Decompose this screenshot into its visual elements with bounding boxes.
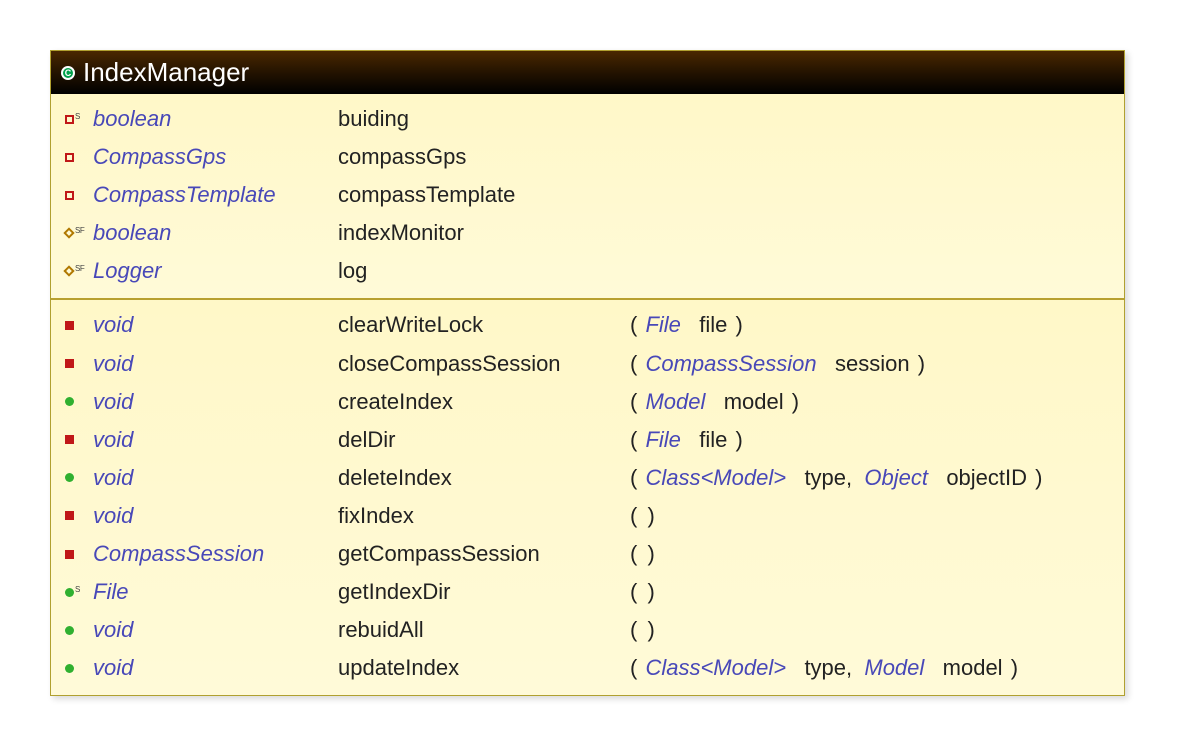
param-name: model bbox=[724, 389, 784, 414]
field-type: Logger bbox=[93, 254, 338, 288]
visibility-default-icon: SF bbox=[65, 267, 93, 275]
method-row: voiddelDir( File file ) bbox=[51, 421, 1124, 459]
return-type: void bbox=[93, 651, 338, 685]
method-name: getCompassSession bbox=[338, 537, 628, 571]
method-row: voidfixIndex( ) bbox=[51, 497, 1124, 535]
param-name: type bbox=[804, 655, 846, 680]
method-row: CompassSessiongetCompassSession( ) bbox=[51, 535, 1124, 573]
param-type: Class<Model> bbox=[645, 465, 786, 490]
param-type: CompassSession bbox=[645, 351, 816, 376]
method-params: ( ) bbox=[628, 613, 1112, 647]
field-row: Sbooleanbuiding bbox=[51, 100, 1124, 138]
visibility-private-icon bbox=[65, 153, 93, 162]
method-name: createIndex bbox=[338, 385, 628, 419]
param-type: Model bbox=[864, 655, 924, 680]
return-type: void bbox=[93, 308, 338, 342]
method-row: voidclearWriteLock( File file ) bbox=[51, 306, 1124, 344]
return-type: void bbox=[93, 613, 338, 647]
method-name: clearWriteLock bbox=[338, 308, 628, 342]
visibility-public-icon bbox=[65, 473, 93, 482]
param-type: Class<Model> bbox=[645, 655, 786, 680]
method-row: voidcloseCompassSession( CompassSession … bbox=[51, 345, 1124, 383]
visibility-public-icon bbox=[65, 626, 93, 635]
method-row: voidupdateIndex( Class<Model> type, Mode… bbox=[51, 649, 1124, 687]
param-type: File bbox=[645, 312, 680, 337]
visibility-private-icon: S bbox=[65, 115, 93, 124]
field-row: CompassTemplatecompassTemplate bbox=[51, 176, 1124, 214]
param-name: file bbox=[699, 427, 727, 452]
method-name: deleteIndex bbox=[338, 461, 628, 495]
visibility-protected-icon bbox=[65, 435, 93, 444]
return-type: void bbox=[93, 461, 338, 495]
field-name: log bbox=[338, 254, 628, 288]
methods-section: voidclearWriteLock( File file )voidclose… bbox=[51, 298, 1124, 695]
field-name: buiding bbox=[338, 102, 628, 136]
param-name: model bbox=[943, 655, 1003, 680]
field-row: SFbooleanindexMonitor bbox=[51, 214, 1124, 252]
modifier-badge: SF bbox=[75, 225, 84, 237]
visibility-protected-icon bbox=[65, 511, 93, 520]
visibility-protected-icon bbox=[65, 321, 93, 330]
method-params: ( File file ) bbox=[628, 423, 1112, 457]
return-type: File bbox=[93, 575, 338, 609]
fields-section: SbooleanbuidingCompassGpscompassGpsCompa… bbox=[51, 94, 1124, 298]
param-name: objectID bbox=[946, 465, 1027, 490]
param-type: File bbox=[645, 427, 680, 452]
field-type: CompassTemplate bbox=[93, 178, 338, 212]
method-params: ( Class<Model> type, Model model ) bbox=[628, 651, 1112, 685]
method-params: ( ) bbox=[628, 575, 1112, 609]
return-type: void bbox=[93, 499, 338, 533]
method-row: voidrebuidAll( ) bbox=[51, 611, 1124, 649]
field-row: CompassGpscompassGps bbox=[51, 138, 1124, 176]
method-row: voidcreateIndex( Model model ) bbox=[51, 383, 1124, 421]
method-name: delDir bbox=[338, 423, 628, 457]
param-name: session bbox=[835, 351, 910, 376]
return-type: void bbox=[93, 347, 338, 381]
param-name: file bbox=[699, 312, 727, 337]
class-header: C IndexManager bbox=[51, 51, 1124, 94]
method-row: voiddeleteIndex( Class<Model> type, Obje… bbox=[51, 459, 1124, 497]
visibility-private-icon bbox=[65, 191, 93, 200]
visibility-protected-icon bbox=[65, 550, 93, 559]
method-row: SFilegetIndexDir( ) bbox=[51, 573, 1124, 611]
return-type: void bbox=[93, 385, 338, 419]
visibility-public-icon bbox=[65, 664, 93, 673]
field-type: boolean bbox=[93, 102, 338, 136]
method-params: ( ) bbox=[628, 537, 1112, 571]
method-params: ( CompassSession session ) bbox=[628, 347, 1112, 381]
method-name: fixIndex bbox=[338, 499, 628, 533]
field-row: SFLoggerlog bbox=[51, 252, 1124, 290]
visibility-default-icon: SF bbox=[65, 229, 93, 237]
field-type: boolean bbox=[93, 216, 338, 250]
field-name: indexMonitor bbox=[338, 216, 628, 250]
visibility-public-icon bbox=[65, 397, 93, 406]
return-type: void bbox=[93, 423, 338, 457]
visibility-public-icon: S bbox=[65, 588, 93, 597]
param-name: type bbox=[804, 465, 846, 490]
modifier-badge: S bbox=[75, 584, 80, 596]
method-name: rebuidAll bbox=[338, 613, 628, 647]
field-type: CompassGps bbox=[93, 140, 338, 174]
visibility-protected-icon bbox=[65, 359, 93, 368]
modifier-badge: SF bbox=[75, 263, 84, 275]
class-name: IndexManager bbox=[83, 57, 249, 88]
field-name: compassGps bbox=[338, 140, 628, 174]
return-type: CompassSession bbox=[93, 537, 338, 571]
param-type: Model bbox=[645, 389, 705, 414]
method-name: closeCompassSession bbox=[338, 347, 628, 381]
method-name: getIndexDir bbox=[338, 575, 628, 609]
uml-class-box: C IndexManager SbooleanbuidingCompassGps… bbox=[50, 50, 1125, 696]
method-params: ( Class<Model> type, Object objectID ) bbox=[628, 461, 1112, 495]
param-type: Object bbox=[864, 465, 928, 490]
class-icon: C bbox=[61, 66, 75, 80]
method-name: updateIndex bbox=[338, 651, 628, 685]
field-name: compassTemplate bbox=[338, 178, 628, 212]
method-params: ( File file ) bbox=[628, 308, 1112, 342]
modifier-badge: S bbox=[75, 111, 80, 123]
method-params: ( Model model ) bbox=[628, 385, 1112, 419]
method-params: ( ) bbox=[628, 499, 1112, 533]
